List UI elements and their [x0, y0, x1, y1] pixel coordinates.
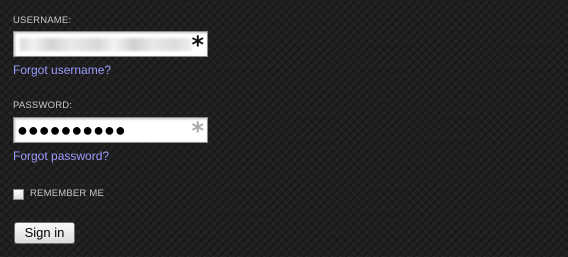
password-input[interactable]: ●●●●●●●●●● * — [13, 117, 208, 145]
username-value-redacted — [20, 38, 192, 51]
required-asterisk-icon: * — [191, 117, 204, 145]
password-value: ●●●●●●●●●● — [17, 120, 126, 140]
login-form: USERNAME: * Forgot username? PASSWORD: ●… — [0, 0, 568, 257]
username-input[interactable]: * — [13, 31, 208, 59]
remember-me-label[interactable]: REMEMBER ME — [30, 188, 104, 199]
sign-in-button[interactable]: Sign in — [14, 222, 75, 244]
username-label: USERNAME: — [13, 15, 72, 26]
forgot-password-link[interactable]: Forgot password? — [13, 149, 109, 163]
forgot-username-link[interactable]: Forgot username? — [13, 63, 111, 77]
remember-me-checkbox[interactable] — [13, 189, 24, 200]
password-label: PASSWORD: — [13, 100, 73, 111]
required-asterisk-icon: * — [191, 31, 204, 59]
